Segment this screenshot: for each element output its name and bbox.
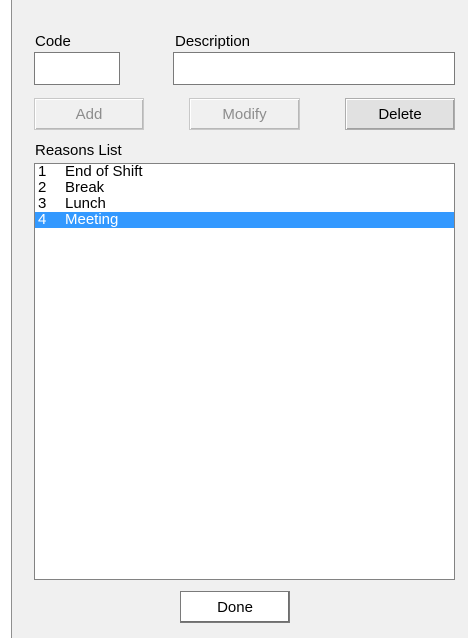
description-label: Description — [175, 33, 251, 50]
list-item-code: 4 — [38, 211, 47, 228]
list-item-description: End of Shift — [65, 163, 143, 180]
list-item-3[interactable]: 3 Lunch — [35, 196, 454, 212]
list-item-code: 3 — [38, 195, 47, 212]
list-item-4-selected[interactable]: 4 Meeting — [35, 212, 454, 228]
reasons-listbox[interactable]: 1 End of Shift 2 Break 3 Lunch 4 Meeting — [34, 163, 455, 580]
description-input[interactable] — [173, 52, 455, 85]
code-label: Code — [35, 33, 71, 50]
list-item-description: Lunch — [65, 195, 106, 212]
code-input[interactable] — [34, 52, 120, 85]
reasons-list-label: Reasons List — [35, 142, 122, 159]
done-button[interactable]: Done — [180, 591, 290, 623]
list-item-code: 1 — [38, 163, 47, 180]
reasons-dialog: Code Description Add Modify Delete Reaso… — [11, 0, 468, 638]
delete-button[interactable]: Delete — [345, 98, 455, 130]
list-item-2[interactable]: 2 Break — [35, 180, 454, 196]
list-item-description: Break — [65, 179, 105, 196]
list-item-code: 2 — [38, 179, 47, 196]
modify-button[interactable]: Modify — [189, 98, 300, 130]
add-button[interactable]: Add — [34, 98, 144, 130]
list-item-description: Meeting — [65, 211, 119, 228]
list-item-1[interactable]: 1 End of Shift — [35, 164, 454, 180]
